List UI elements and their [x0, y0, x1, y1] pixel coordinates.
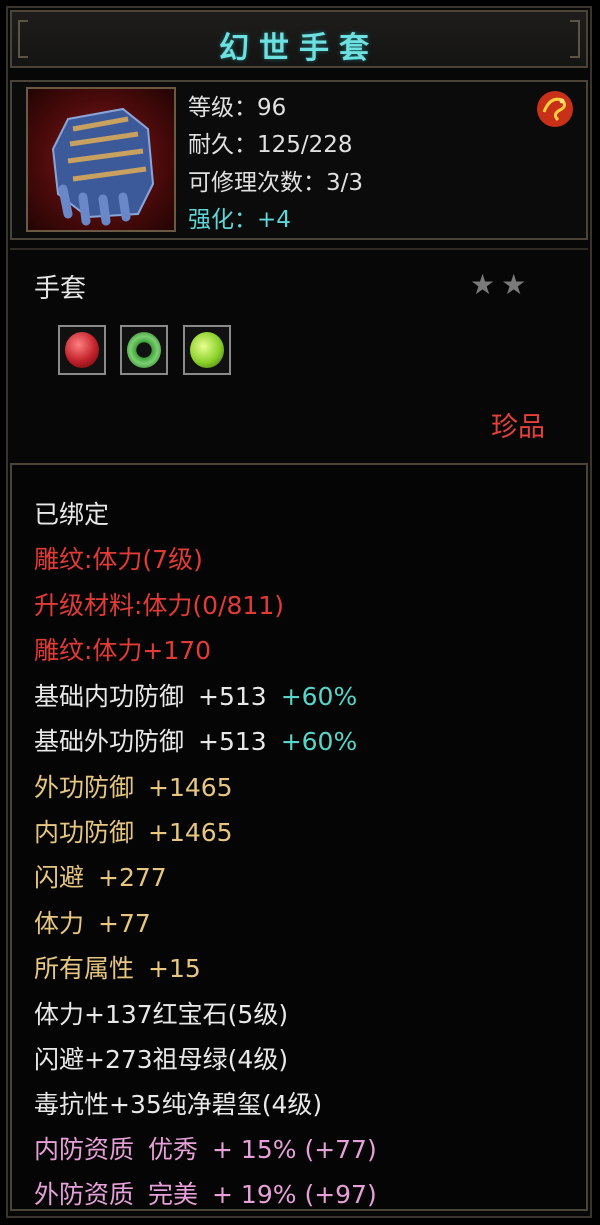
inner-defense-quality: 内防资质 优秀 + 15% (+77) — [34, 1130, 391, 1166]
stat-value: +77 — [98, 909, 151, 938]
gem-bonus-ruby: 体力+137红宝石(5级) — [34, 1000, 289, 1029]
stat-percent: +60% — [280, 682, 358, 711]
level-stat: 等级：96 — [188, 95, 287, 121]
quality-label: 外防资质 — [34, 1180, 135, 1209]
quality-label: 内防资质 — [34, 1135, 135, 1164]
base-outer-defense-line: 基础外功防御 +513 +60% — [34, 722, 371, 758]
stat-value: +15 — [148, 954, 201, 983]
item-info-box: 等级：96 耐久：125/228 可修理次数：3/3 强化：+4 — [10, 80, 588, 240]
enhance-stat: 强化：+4 — [188, 207, 291, 233]
dragon-emblem-icon — [537, 91, 573, 127]
green-gem-icon — [190, 332, 224, 368]
quality-grade: 优秀 — [148, 1135, 199, 1164]
stat-value: +1465 — [148, 818, 233, 847]
stat-label: 外功防御 — [34, 773, 135, 802]
gem-slot-3[interactable] — [183, 325, 231, 375]
gem-bonus-emerald: 闪避+273祖母绿(4级) — [34, 1045, 289, 1074]
stat-label: 体力 — [34, 909, 85, 938]
stat-label: 闪避 — [34, 863, 85, 892]
quality-grade: 完美 — [148, 1180, 199, 1209]
gauntlet-icon — [26, 87, 176, 232]
item-type-label: 手套 — [34, 274, 87, 304]
rarity-label: 珍品 — [491, 412, 545, 443]
stat-value: +1465 — [148, 773, 233, 802]
star-rating: ★★ — [470, 268, 533, 301]
stat-label: 所有属性 — [34, 954, 135, 983]
stat-value: +277 — [98, 863, 167, 892]
red-gem-icon — [65, 332, 99, 368]
divider — [10, 248, 588, 250]
base-inner-defense-line: 基础内功防御 +513 +60% — [34, 677, 371, 713]
item-name: 幻世手套 — [219, 31, 379, 66]
engrave-level-line: 雕纹:体力(7级) — [34, 545, 203, 574]
upgrade-material-line: 升级材料:体力(0/811) — [34, 591, 284, 620]
title-bar: 幻世手套 — [10, 10, 588, 68]
stat-percent: +60% — [280, 727, 358, 756]
stat-label: 基础外功防御 — [34, 727, 185, 756]
stat-value: +513 — [198, 727, 267, 756]
bound-status: 已绑定 — [34, 500, 110, 529]
quality-bonus: + 19% (+97) — [212, 1180, 377, 1209]
quality-bonus: + 15% (+77) — [212, 1135, 377, 1164]
outer-defense-quality: 外防资质 完美 + 19% (+97) — [34, 1175, 391, 1211]
outer-defense-line: 外功防御 +1465 — [34, 768, 247, 804]
engrave-bonus-line: 雕纹:体力+170 — [34, 636, 212, 665]
gem-slot-1[interactable] — [58, 325, 106, 375]
green-ring-gem-icon — [127, 332, 161, 368]
dodge-line: 闪避 +277 — [34, 858, 181, 894]
inner-defense-line: 内功防御 +1465 — [34, 813, 247, 849]
durability-stat: 耐久：125/228 — [188, 132, 353, 158]
gem-slot-2[interactable] — [120, 325, 168, 375]
stat-label: 基础内功防御 — [34, 682, 185, 711]
stamina-line: 体力 +77 — [34, 904, 165, 940]
stat-value: +513 — [198, 682, 267, 711]
stat-label: 内功防御 — [34, 818, 135, 847]
repair-count-stat: 可修理次数：3/3 — [188, 170, 364, 196]
all-attributes-line: 所有属性 +15 — [34, 949, 215, 985]
gem-bonus-tourmaline: 毒抗性+35纯净碧玺(4级) — [34, 1090, 323, 1119]
